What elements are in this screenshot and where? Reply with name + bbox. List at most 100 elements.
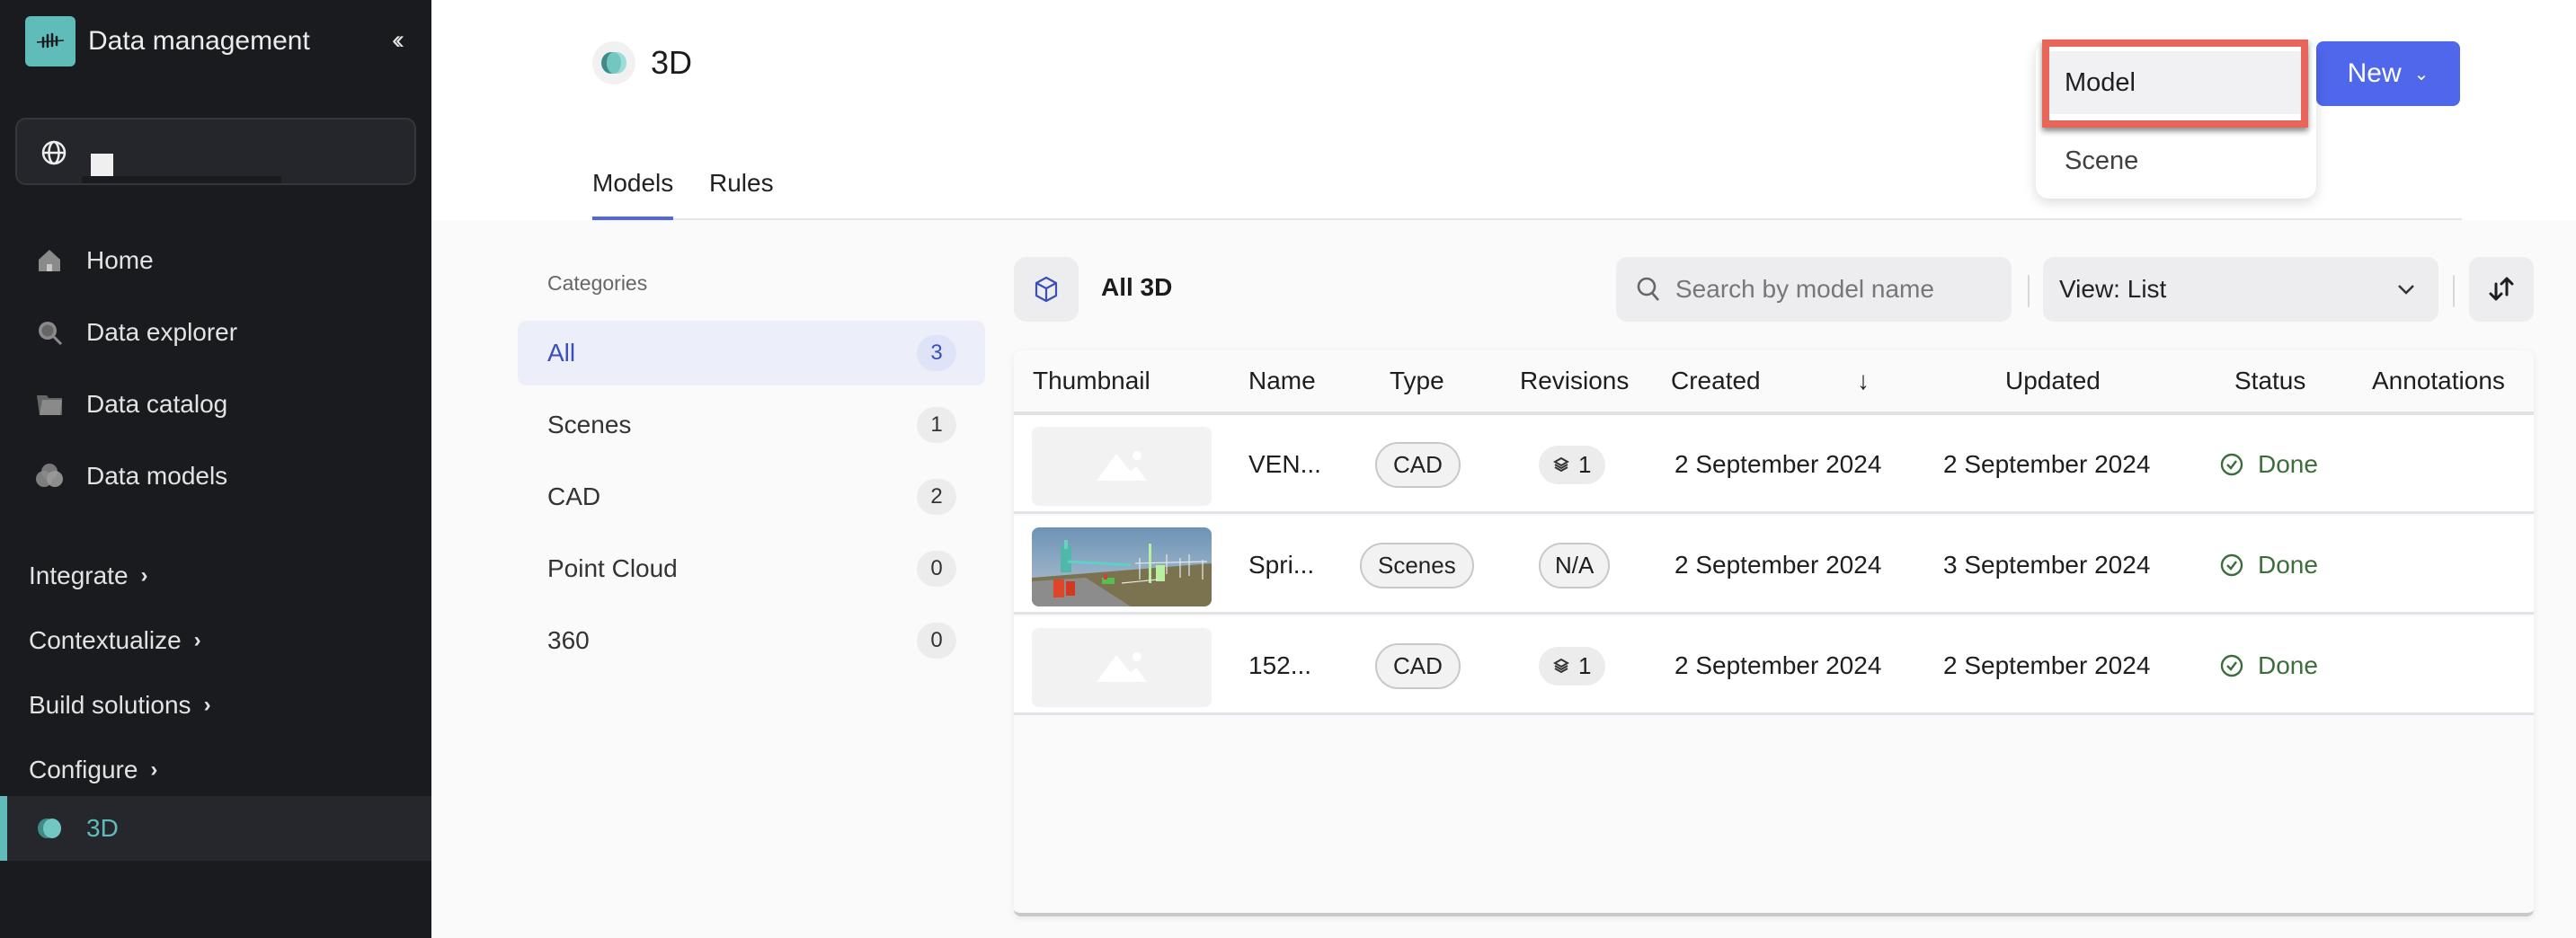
layers-icon xyxy=(1553,456,1569,473)
sidebar-group-label: Integrate xyxy=(29,562,129,589)
3d-icon xyxy=(592,41,635,84)
type-badge: CAD xyxy=(1375,441,1461,488)
project-selector[interactable] xyxy=(15,118,416,185)
revisions-badge: N/A xyxy=(1539,542,1611,588)
category-all[interactable]: All 3 xyxy=(518,321,985,385)
chevron-right-icon: › xyxy=(203,693,211,717)
column-updated[interactable]: Updated xyxy=(2005,367,2101,395)
table-row[interactable]: VEN... CAD 1 2 September 2024 2 Septembe… xyxy=(1014,415,2534,514)
chevron-right-icon: › xyxy=(150,757,158,782)
sidebar-item-label: Data explorer xyxy=(86,318,238,346)
sidebar-item-label: Data catalog xyxy=(86,390,228,418)
status-badge: Done xyxy=(2220,415,2318,514)
new-button-label: New xyxy=(2347,58,2402,88)
new-dropdown-menu: Model Scene xyxy=(2036,42,2316,199)
column-annotations[interactable]: Annotations xyxy=(2372,367,2505,395)
status-badge: Done xyxy=(2220,616,2318,715)
sort-button[interactable] xyxy=(2469,257,2534,322)
column-created[interactable]: Created xyxy=(1671,367,1761,395)
sidebar-item-label: Data models xyxy=(86,462,228,490)
row-updated: 3 September 2024 xyxy=(1943,551,2151,579)
revisions-count: 1 xyxy=(1578,651,1592,679)
image-placeholder-icon xyxy=(1097,652,1147,682)
app-logo-icon xyxy=(25,16,76,66)
status-badge: Done xyxy=(2220,516,2318,615)
toolbar-divider xyxy=(2028,275,2030,307)
view-select[interactable]: View: List xyxy=(2043,257,2438,322)
categories-list: All 3 Scenes 1 CAD 2 Point Cloud 0 360 0 xyxy=(518,321,985,680)
status-text: Done xyxy=(2258,651,2318,679)
row-updated: 2 September 2024 xyxy=(1943,450,2151,478)
sidebar-item-label: 3D xyxy=(86,814,119,842)
sort-arrows-icon xyxy=(2489,277,2514,301)
cube-icon xyxy=(1014,257,1079,322)
page-title: 3D xyxy=(651,44,693,81)
column-revisions[interactable]: Revisions xyxy=(1520,367,1629,395)
row-created: 2 September 2024 xyxy=(1674,551,1882,579)
project-name-bar xyxy=(82,176,281,183)
sidebar-group-configure[interactable]: Configure › xyxy=(0,738,431,802)
column-status[interactable]: Status xyxy=(2234,367,2305,395)
sidebar: Data management ‹‹ Home Data explorer Da… xyxy=(0,0,431,938)
search-input[interactable] xyxy=(1675,275,1999,304)
check-circle-icon xyxy=(2220,453,2243,476)
double-chevron-left-icon[interactable]: ‹‹ xyxy=(392,25,404,56)
table-row[interactable]: Spri... Scenes N/A 2 September 2024 3 Se… xyxy=(1014,516,2534,615)
category-cad[interactable]: CAD 2 xyxy=(518,465,985,529)
3d-icon xyxy=(38,819,61,838)
menu-item-scene[interactable]: Scene xyxy=(2036,129,2316,192)
status-text: Done xyxy=(2258,551,2318,579)
layers-icon xyxy=(1553,658,1569,674)
row-updated: 2 September 2024 xyxy=(1943,651,2151,679)
column-type[interactable]: Type xyxy=(1390,367,1444,395)
tab-models[interactable]: Models xyxy=(592,169,674,220)
sidebar-nav: Home Data explorer Data catalog Data mod… xyxy=(0,225,431,512)
sidebar-item-data-models[interactable]: Data models xyxy=(0,440,431,512)
table-row[interactable]: 152... CAD 1 2 September 2024 2 Septembe… xyxy=(1014,616,2534,715)
sidebar-group-build-solutions[interactable]: Build solutions › xyxy=(0,673,431,738)
thumbnail-scene-image xyxy=(1032,527,1212,606)
search-box xyxy=(1616,257,2012,322)
sidebar-group-label: Configure xyxy=(29,756,138,783)
scene-thumbnail-image xyxy=(1032,527,1212,606)
new-button[interactable]: New ⌄ xyxy=(2316,41,2460,106)
sidebar-item-3d[interactable]: 3D xyxy=(0,796,431,861)
sidebar-header: Data management ‹‹ xyxy=(25,16,412,66)
sidebar-item-home[interactable]: Home xyxy=(0,225,431,296)
sort-down-icon[interactable]: ↓ xyxy=(1857,367,1870,395)
sidebar-group-contextualize[interactable]: Contextualize › xyxy=(0,608,431,673)
row-name[interactable]: Spri... xyxy=(1248,516,1314,615)
type-badge: Scenes xyxy=(1360,542,1474,588)
sidebar-group-integrate[interactable]: Integrate › xyxy=(0,544,431,608)
category-name: All xyxy=(547,339,576,367)
row-name[interactable]: VEN... xyxy=(1248,415,1321,514)
chevron-right-icon: › xyxy=(193,628,201,652)
sidebar-item-data-explorer[interactable]: Data explorer xyxy=(0,296,431,368)
category-count: 1 xyxy=(917,407,956,443)
folder-icon xyxy=(36,391,63,418)
view-select-value: View: List xyxy=(2059,275,2167,303)
sidebar-group-label: Contextualize xyxy=(29,626,182,654)
menu-item-model[interactable]: Model xyxy=(2043,51,2309,114)
row-created: 2 September 2024 xyxy=(1674,651,1882,679)
column-name[interactable]: Name xyxy=(1248,367,1316,395)
category-count: 3 xyxy=(917,335,956,371)
category-count: 0 xyxy=(917,623,956,659)
category-name: 360 xyxy=(547,626,590,654)
sidebar-item-data-catalog[interactable]: Data catalog xyxy=(0,368,431,440)
category-360[interactable]: 360 0 xyxy=(518,608,985,673)
category-point-cloud[interactable]: Point Cloud 0 xyxy=(518,536,985,601)
category-count: 0 xyxy=(917,551,956,587)
image-placeholder-icon xyxy=(1097,451,1147,481)
revisions-count: 1 xyxy=(1578,450,1592,478)
row-name[interactable]: 152... xyxy=(1248,616,1311,715)
category-scenes[interactable]: Scenes 1 xyxy=(518,393,985,457)
models-table: Thumbnail Name Type Revisions Created ↓ … xyxy=(1014,350,2534,916)
tab-rules[interactable]: Rules xyxy=(709,169,774,220)
column-thumbnail: Thumbnail xyxy=(1033,367,1150,394)
row-created: 2 September 2024 xyxy=(1674,450,1882,478)
project-name-redacted xyxy=(91,154,113,176)
section-title: All 3D xyxy=(1101,273,1173,301)
data-models-icon xyxy=(36,463,63,490)
categories-label: Categories xyxy=(547,271,648,295)
